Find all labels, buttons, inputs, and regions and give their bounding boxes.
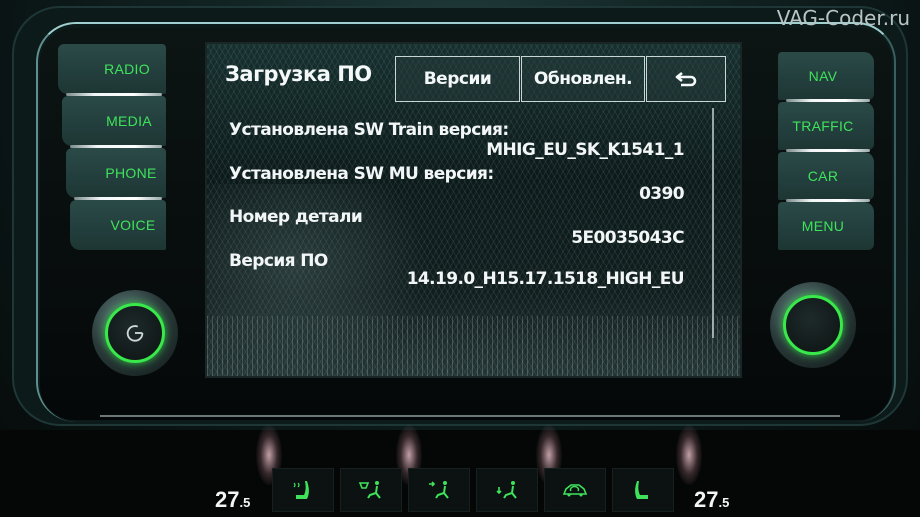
nav-button[interactable]: NAV — [778, 52, 874, 102]
power-icon — [126, 325, 144, 342]
sw-train-label: Установлена SW Train версия: — [229, 120, 509, 140]
back-button[interactable] — [646, 56, 726, 102]
sw-mu-value: 0390 — [639, 184, 685, 204]
tab-versions[interactable]: Версии — [395, 56, 520, 102]
software-version-label: Версия ПО — [229, 251, 328, 271]
light-reflection — [676, 425, 702, 485]
traffic-button[interactable]: TRAFFIC — [778, 102, 874, 152]
lower-airflow-button[interactable] — [476, 468, 538, 512]
trim-divider — [100, 415, 840, 417]
left-button-column: RADIO MEDIA PHONE VOICE — [58, 44, 166, 252]
watermark: VAG-Coder.ru — [776, 6, 910, 30]
recirculation-button[interactable] — [544, 468, 606, 512]
scrollbar[interactable] — [712, 108, 714, 338]
sw-mu-label: Установлена SW MU версия: — [229, 164, 494, 184]
seat-heat-left-button[interactable] — [272, 468, 334, 512]
tune-scroll-knob[interactable] — [770, 282, 856, 368]
back-arrow-icon — [675, 71, 697, 87]
volume-power-knob[interactable] — [92, 290, 178, 376]
voice-button[interactable]: VOICE — [70, 200, 166, 250]
radio-button[interactable]: RADIO — [58, 44, 166, 96]
part-number-value: 5E0035043C — [571, 228, 684, 248]
car-button[interactable]: CAR — [778, 152, 874, 202]
seat-heat-right-button[interactable] — [612, 468, 674, 512]
software-version-value: 14.19.0_H15.17.1518_HIGH_EU — [406, 269, 685, 289]
phone-button[interactable]: PHONE — [66, 148, 166, 200]
infotainment-screen: Загрузка ПО Версии Обновлен. Установлена… — [205, 42, 742, 378]
seat-heat-left-icon — [293, 481, 309, 499]
temp-right: 27.5 — [694, 487, 729, 513]
temp-left-value: 27 — [215, 487, 240, 512]
temp-left: 27.5 — [215, 487, 250, 513]
temp-right-decimal: .5 — [718, 495, 730, 510]
seat-heat-right-icon — [635, 481, 648, 499]
menu-button[interactable]: MENU — [778, 202, 874, 250]
media-button[interactable]: MEDIA — [62, 96, 166, 148]
recirculation-car-icon — [562, 484, 588, 497]
sw-train-value: MHIG_EU_SK_K1541_1 — [486, 140, 684, 160]
knob-face — [105, 303, 165, 363]
windshield-defrost-airflow-icon — [358, 481, 381, 499]
tab-updates[interactable]: Обновлен. — [521, 56, 645, 102]
temp-right-value: 27 — [694, 487, 719, 512]
temp-left-decimal: .5 — [239, 495, 251, 510]
knob-face — [783, 295, 843, 355]
airflow-upper-icon — [429, 481, 449, 499]
page-title: Загрузка ПО — [225, 62, 372, 86]
windshield-airflow-button[interactable] — [340, 468, 402, 512]
right-button-column: NAV TRAFFIC CAR MENU — [778, 52, 874, 252]
airflow-lower-icon — [496, 481, 517, 499]
part-number-label: Номер детали — [229, 207, 363, 227]
upper-airflow-button[interactable] — [408, 468, 470, 512]
